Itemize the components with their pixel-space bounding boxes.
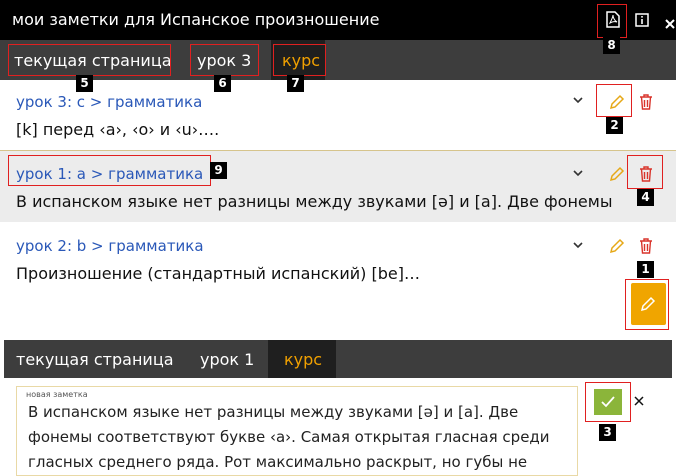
annotation-badge: 9 bbox=[210, 162, 227, 179]
info-icon[interactable] bbox=[635, 12, 649, 31]
annotation-box bbox=[627, 155, 663, 189]
note-text: [k] перед ‹a›, ‹o› и ‹u›…. bbox=[16, 120, 220, 139]
pencil-icon[interactable] bbox=[609, 238, 625, 254]
annotation-badge: 8 bbox=[603, 37, 620, 54]
annotation-box bbox=[596, 84, 632, 117]
note-text: Произношение (стандартный испанский) [be… bbox=[16, 264, 420, 283]
annotation-badge: 1 bbox=[637, 261, 654, 278]
annotation-badge: 4 bbox=[637, 189, 654, 206]
annotation-box bbox=[8, 155, 211, 186]
chevron-down-icon[interactable] bbox=[573, 242, 583, 249]
annotation-badge: 7 bbox=[287, 75, 304, 92]
note-heading[interactable]: урок 3: c > грамматика bbox=[16, 93, 202, 111]
tab-current-page[interactable]: текущая страница bbox=[16, 350, 174, 369]
chevron-down-icon[interactable] bbox=[573, 170, 583, 177]
cancel-note-icon[interactable] bbox=[634, 396, 644, 406]
chevron-down-icon[interactable] bbox=[573, 97, 583, 104]
annotation-box bbox=[625, 279, 669, 330]
window-title: мои заметки для Испанское произношение bbox=[12, 10, 380, 29]
annotation-box bbox=[273, 44, 326, 76]
note-text: В испанском языке нет разницы между звук… bbox=[16, 192, 613, 211]
editor-label: новая заметка bbox=[26, 390, 88, 399]
tab-lesson-1[interactable]: урок 1 bbox=[200, 350, 254, 369]
annotation-badge: 3 bbox=[599, 424, 616, 441]
note-heading[interactable]: урок 2: b > грамматика bbox=[16, 237, 204, 255]
tab-course[interactable]: курс bbox=[284, 350, 322, 369]
editor-text[interactable]: В испанском языке нет разницы между звук… bbox=[28, 400, 573, 475]
annotation-badge: 6 bbox=[214, 75, 231, 92]
annotation-box bbox=[585, 382, 631, 422]
close-icon[interactable] bbox=[665, 14, 675, 33]
trash-icon[interactable] bbox=[639, 94, 653, 110]
pencil-icon[interactable] bbox=[609, 166, 625, 182]
annotation-badge: 5 bbox=[76, 75, 93, 92]
annotation-box bbox=[190, 44, 259, 76]
note-item bbox=[0, 80, 676, 150]
trash-icon[interactable] bbox=[639, 238, 653, 254]
annotation-box bbox=[8, 44, 171, 76]
annotation-box bbox=[597, 4, 627, 38]
annotation-badge: 2 bbox=[606, 117, 623, 134]
